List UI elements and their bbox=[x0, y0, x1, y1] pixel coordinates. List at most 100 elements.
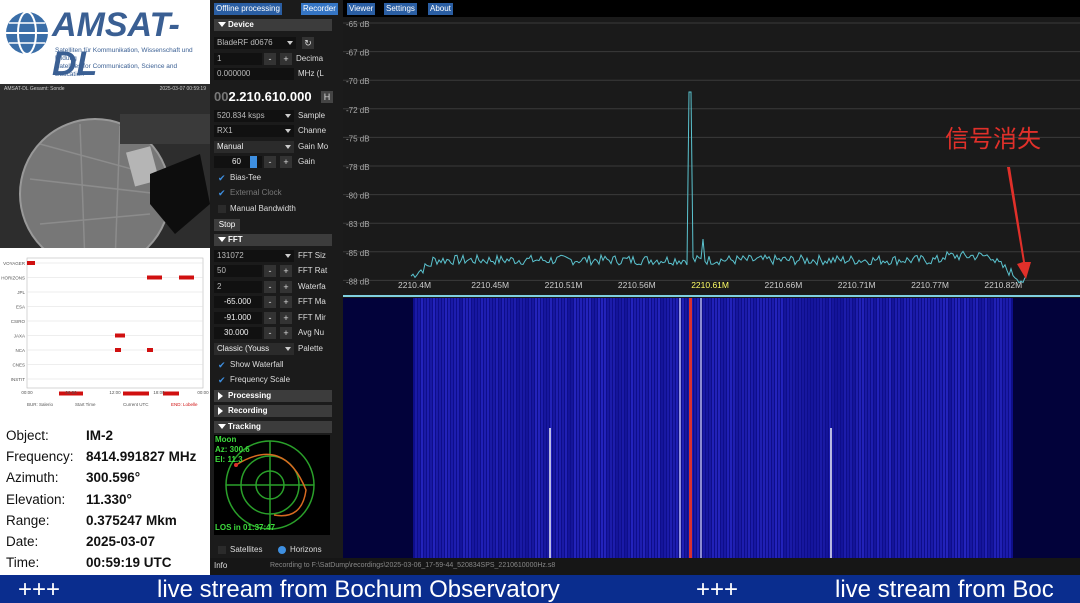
section-device[interactable]: Device bbox=[214, 19, 332, 31]
status-bar: Info Recording to F:\SatDump\recordings\… bbox=[210, 558, 1080, 575]
object-info: Object: IM-2 Frequency: 8414.991827 MHz Az… bbox=[0, 410, 210, 575]
fft-min-slider[interactable]: -91.000 bbox=[214, 312, 262, 324]
schedule-row-label: NCA bbox=[15, 348, 25, 353]
db-tick-label: -70 dB bbox=[346, 77, 370, 86]
info-range: Range: 0.375247 Mkm bbox=[6, 513, 177, 528]
tab-recorder[interactable]: Recorder bbox=[301, 3, 338, 15]
avg-slider[interactable]: 30.000 bbox=[214, 327, 262, 339]
info-label: Info bbox=[214, 561, 228, 570]
bias-tee-checkbox[interactable]: Bias-Tee bbox=[216, 172, 261, 184]
spectrum-plot: -65 dB -67 dB -70 dB -72 dB -75 dB -78 dB -80 … bbox=[343, 17, 1080, 298]
tab-about[interactable]: About bbox=[428, 3, 453, 15]
decimation-minus-button[interactable]: - bbox=[264, 53, 276, 65]
frequency-value: 2.210.610.000 bbox=[228, 89, 312, 104]
refresh-icon[interactable]: ↻ bbox=[302, 37, 314, 49]
schedule-pass-bar bbox=[147, 275, 162, 280]
decimation-plus-button[interactable]: + bbox=[280, 53, 292, 65]
db-tick-label: -72 dB bbox=[346, 106, 370, 115]
samplerate-select[interactable]: 520.834 ksps bbox=[214, 110, 294, 122]
channel-label: Channe bbox=[298, 126, 327, 135]
manual-bandwidth-checkbox[interactable]: Manual Bandwidth bbox=[216, 203, 296, 215]
info-elevation: Elevation: 11.330° bbox=[6, 492, 132, 507]
fft-max-slider[interactable]: -65.000 bbox=[214, 296, 262, 308]
fft-rate-label: FFT Rat bbox=[298, 266, 328, 275]
logo-tagline-de: Satelliten für Kommunikation, Wissenscha… bbox=[55, 47, 193, 62]
frequency-tick-label: 2210.51M bbox=[545, 280, 583, 290]
section-processing[interactable]: Processing bbox=[214, 390, 332, 402]
channel-select[interactable]: RX1 bbox=[214, 125, 294, 137]
frequency-tick-label: 2210.45M bbox=[471, 280, 509, 290]
palette-select[interactable]: Classic (Youss bbox=[214, 343, 294, 355]
fft-max-plus-button[interactable]: + bbox=[280, 296, 292, 308]
schedule-pass-bar bbox=[115, 348, 121, 352]
frequency-display[interactable]: 002.210.610.000 bbox=[214, 89, 312, 104]
avg-plus-button[interactable]: + bbox=[280, 327, 292, 339]
waterfall-display bbox=[343, 298, 1080, 558]
db-tick-label: -78 dB bbox=[346, 163, 370, 172]
source-select[interactable]: BladeRF d0676 bbox=[214, 37, 296, 49]
tab-viewer[interactable]: Viewer bbox=[347, 3, 376, 15]
avg-minus-button[interactable]: - bbox=[264, 327, 276, 339]
horizons-label: Horizons bbox=[290, 545, 322, 554]
camera-feed: AMSAT-DL Gesamt: Sonde 2025-03-07 00:59:… bbox=[0, 84, 210, 248]
fft-rate-input[interactable]: 50 bbox=[214, 265, 262, 277]
samplerate-label: Sample bbox=[298, 111, 326, 120]
external-clock-checkbox[interactable]: External Clock bbox=[216, 187, 282, 199]
horizons-radio[interactable] bbox=[278, 546, 286, 554]
gain-mode-label: Gain Mo bbox=[298, 142, 329, 151]
show-waterfall-checkbox[interactable]: Show Waterfall bbox=[216, 359, 284, 371]
schedule-pass-bar bbox=[27, 261, 35, 265]
fft-min-minus-button[interactable]: - bbox=[264, 312, 276, 324]
frequency-tick-label: 2210.61M bbox=[691, 280, 729, 290]
decimation-label: Decima bbox=[296, 54, 324, 63]
frequency-scale-checkbox[interactable]: Frequency Scale bbox=[216, 374, 290, 386]
schedule-pass-bar bbox=[115, 333, 125, 338]
gain-minus-button[interactable]: - bbox=[264, 156, 276, 168]
stop-button[interactable]: Stop bbox=[214, 219, 240, 231]
schedule-row-label: CNES bbox=[12, 363, 25, 368]
schedule-row-label: INSTIT bbox=[11, 377, 26, 382]
schedule-xtick: 12:00 bbox=[109, 390, 121, 395]
waterfall-rate-input[interactable]: 2 bbox=[214, 281, 262, 293]
fft-max-label: FFT Ma bbox=[298, 297, 326, 306]
fft-rate-minus-button[interactable]: - bbox=[264, 265, 276, 277]
tab-settings[interactable]: Settings bbox=[384, 3, 417, 15]
section-recording[interactable]: Recording bbox=[214, 405, 332, 417]
fft-size-select[interactable]: 131072 bbox=[214, 250, 294, 262]
ticker-sep-1: +++ bbox=[18, 576, 61, 603]
gain-mode-select[interactable]: Manual bbox=[214, 141, 294, 153]
tab-offline-processing[interactable]: Offline processing bbox=[214, 3, 282, 15]
tracking-el: El: 11.3 bbox=[215, 455, 243, 464]
schedule-footer-label: BUR: Salerio bbox=[27, 402, 54, 407]
gain-plus-button[interactable]: + bbox=[280, 156, 292, 168]
satellites-checkbox[interactable]: Satellites bbox=[216, 544, 262, 556]
gain-label: Gain bbox=[298, 157, 315, 166]
info-date: Date: 2025-03-07 bbox=[6, 534, 156, 549]
recording-path: Recording to F:\SatDump\recordings\2025-… bbox=[270, 562, 556, 569]
amsat-logo: AMSAT-DL Satelliten für Kommunikation, W… bbox=[0, 0, 210, 84]
section-tracking[interactable]: Tracking bbox=[214, 421, 332, 433]
fft-max-minus-button[interactable]: - bbox=[264, 296, 276, 308]
schedule-pass-bar bbox=[123, 391, 149, 396]
frequency-unit-button[interactable]: H bbox=[321, 91, 333, 103]
db-tick-label: -65 dB bbox=[346, 20, 370, 29]
fft-min-plus-button[interactable]: + bbox=[280, 312, 292, 324]
control-sidebar: Offline processing Recorder Viewer Setti… bbox=[210, 0, 546, 575]
section-fft[interactable]: FFT bbox=[214, 234, 332, 246]
waterfall-rate-plus-button[interactable]: + bbox=[280, 281, 292, 293]
info-object: Object: IM-2 bbox=[6, 428, 113, 443]
frequency-prefix: 00 bbox=[214, 89, 229, 104]
waterfall-rate-minus-button[interactable]: - bbox=[264, 281, 276, 293]
carrier-line bbox=[689, 298, 692, 558]
palette-label: Palette bbox=[298, 344, 323, 353]
decimation-input[interactable]: 1 bbox=[214, 53, 262, 65]
fft-rate-plus-button[interactable]: + bbox=[280, 265, 292, 277]
camera-timestamp: 2025-03-07 00:59:19 bbox=[159, 86, 206, 92]
dome-image bbox=[0, 84, 210, 248]
db-tick-label: -75 dB bbox=[346, 134, 370, 143]
camera-label: AMSAT-DL Gesamt: Sonde bbox=[4, 86, 65, 92]
gain-slider-handle[interactable] bbox=[250, 156, 257, 168]
offset-input[interactable]: 0.000000 bbox=[214, 68, 294, 80]
info-time: Time: 00:59:19 UTC bbox=[6, 555, 172, 570]
tracking-los: LOS in 01:37:47 bbox=[215, 523, 276, 532]
